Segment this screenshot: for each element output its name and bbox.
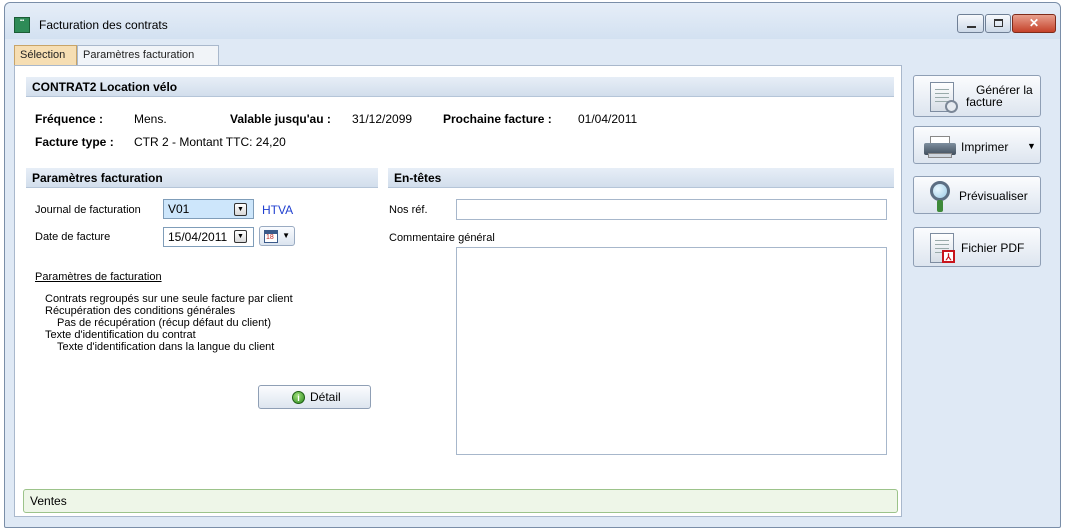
printer-icon [924,135,958,159]
detail-button[interactable]: i Détail [258,385,371,409]
close-icon: ✕ [1028,16,1040,30]
param-line: Récupération des conditions générales [45,305,236,317]
journal-label: Journal de facturation [35,204,141,216]
journal-value: V01 [168,202,190,216]
date-value: 15/04/2011 [168,230,228,244]
minimize-button[interactable] [957,14,984,33]
minimize-icon [967,26,976,28]
title-bar[interactable]: ▪▪ Facturation des contrats ✕ [5,3,1060,39]
parametres-link[interactable]: Paramètres de facturation [35,271,162,283]
frequence-label: Fréquence : [35,112,104,126]
valable-value: 31/12/2099 [352,112,413,126]
chevron-down-icon[interactable]: ▼ [234,203,247,216]
entetes-header: En-têtes [388,168,894,188]
ventes-bar[interactable]: Ventes [23,489,898,513]
maximize-button[interactable] [985,14,1011,33]
param-line: Pas de récupération (récup défaut du cli… [57,317,272,329]
calendar-icon [264,230,278,243]
tab-selection[interactable]: Sélection [14,45,77,66]
pdf-icon: ⅄ [942,250,955,263]
param-line: Texte d'identification dans la langue du… [57,341,275,353]
info-icon: i [292,391,305,404]
detail-button-label: Détail [310,390,341,404]
param-line: Texte d'identification du contrat [45,329,196,341]
tab-parametres-facturation[interactable]: Paramètres facturation [77,45,219,65]
generer-facture-button[interactable]: Générer la facture [913,75,1041,117]
imprimer-label: Imprimer [961,140,1009,154]
commentaire-textarea[interactable] [456,247,887,455]
generer-line2: facture [966,95,1003,109]
commentaire-label: Commentaire général [389,232,495,244]
ventes-label: Ventes [30,494,67,508]
window-title: Facturation des contrats [39,18,168,32]
nos-ref-label: Nos réf. [389,204,428,216]
fichier-pdf-button[interactable]: ⅄ Fichier PDF [913,227,1041,267]
calendar-button[interactable]: ▼ [259,226,295,246]
imprimer-button[interactable]: Imprimer ▼ [913,126,1041,164]
valable-label: Valable jusqu'au : [230,112,331,126]
nos-ref-input[interactable] [456,199,887,220]
magnifier-icon [926,181,956,212]
gear-icon [945,100,958,113]
app-icon: ▪▪ [14,17,30,33]
previsualiser-button[interactable]: Prévisualiser [913,176,1041,214]
maximize-icon [994,19,1003,27]
parametres-header: Paramètres facturation [26,168,378,188]
previsualiser-label: Prévisualiser [959,189,1028,203]
facture-type-value: CTR 2 - Montant TTC: 24,20 [134,135,286,149]
chevron-down-icon[interactable]: ▼ [1027,141,1036,151]
htva-link[interactable]: HTVA [262,203,293,217]
prochaine-facture-value: 01/04/2011 [578,112,638,126]
fichier-pdf-label: Fichier PDF [961,241,1025,255]
close-button[interactable]: ✕ [1012,14,1056,33]
date-label: Date de facture [35,231,111,243]
param-line: Contrats regroupés sur une seule facture… [45,293,293,305]
chevron-down-icon[interactable]: ▼ [234,230,247,243]
contract-header: CONTRAT2 Location vélo [26,77,894,97]
facture-type-label: Facture type : [35,135,114,149]
chevron-down-icon: ▼ [282,231,290,240]
prochaine-facture-label: Prochaine facture : [443,112,552,126]
frequence-value: Mens. [134,112,167,126]
